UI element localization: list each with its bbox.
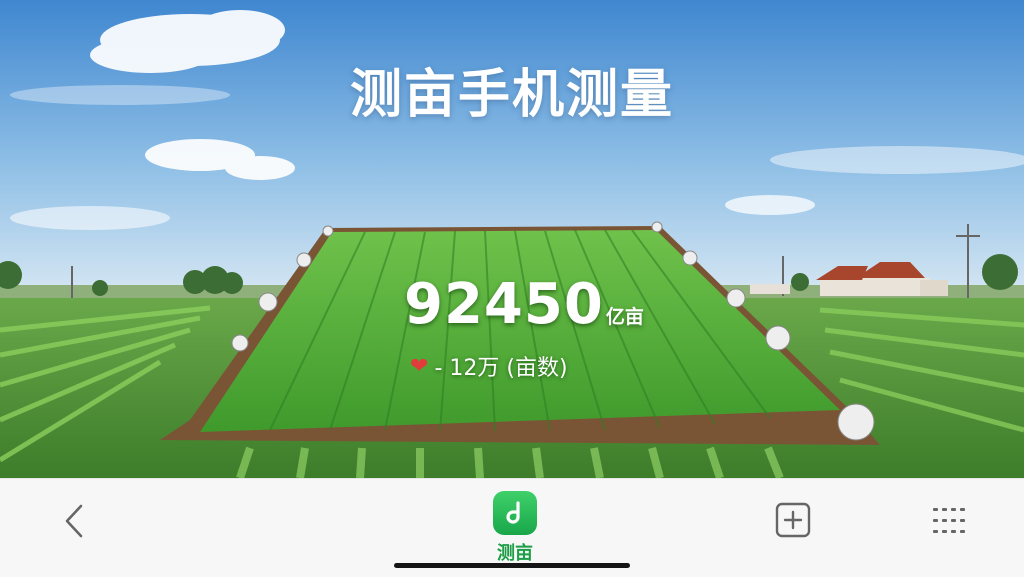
app-logo-icon <box>493 491 537 535</box>
area-subtext: - 12万 (亩数) <box>434 356 568 381</box>
grid-dots-icon <box>933 508 965 533</box>
back-button[interactable] <box>56 501 92 541</box>
area-unit: 亿亩 <box>605 306 644 328</box>
plus-square-icon <box>775 502 811 538</box>
field-scene: 测亩手机测量 92450 亿亩 ❤ - 12万 (亩数) <box>0 0 1024 478</box>
area-value: 92450 <box>404 272 604 337</box>
heart-icon: ❤ <box>410 353 429 379</box>
menu-button[interactable] <box>930 503 970 539</box>
app-label: 测亩 <box>497 543 533 564</box>
chevron-left-icon <box>65 504 83 538</box>
bottom-nav-bar: 测亩 <box>0 478 1024 577</box>
add-button[interactable] <box>774 501 812 539</box>
home-indicator[interactable] <box>394 563 630 568</box>
page-title: 测亩手机测量 <box>349 65 674 125</box>
app-button[interactable]: 测亩 <box>490 491 540 565</box>
area-subtext-row: ❤ - 12万 (亩数) <box>410 350 568 382</box>
area-readout: 92450 亿亩 <box>404 272 644 337</box>
